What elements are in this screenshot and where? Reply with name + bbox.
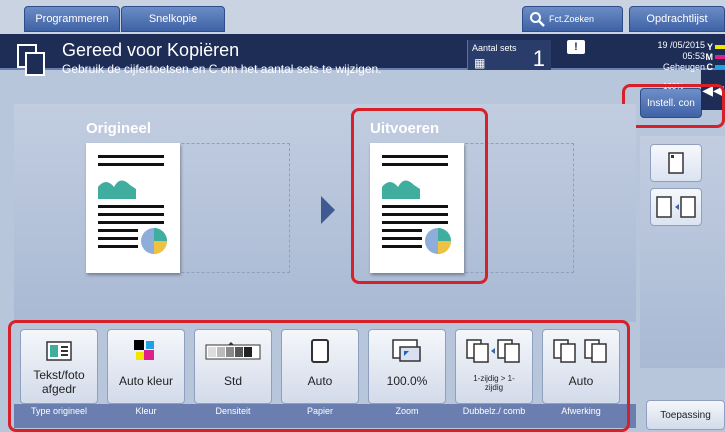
memory-label: Geheugen — [662, 62, 705, 72]
toner-c-bar — [715, 65, 725, 69]
function-search-button[interactable]: Fct.Zoeken — [522, 6, 623, 32]
search-label: Fct.Zoeken — [549, 14, 595, 24]
date-text: 19 /05/2015 — [657, 40, 705, 50]
single-page-icon — [668, 152, 684, 174]
time-text: 05:53 — [682, 51, 705, 61]
warning-icon[interactable]: ! — [567, 40, 585, 54]
original-page-preview — [86, 143, 180, 273]
output-highlight — [351, 108, 488, 284]
toner-m-bar — [715, 55, 725, 59]
original-label: Origineel — [86, 120, 152, 137]
original-settings-button[interactable] — [650, 144, 702, 182]
top-tab-bar: Programmeren Snelkopie Fct.Zoeken Opdrac… — [0, 0, 725, 34]
tab-snelkopie[interactable]: Snelkopie — [121, 6, 225, 32]
page-to-page-icon — [656, 196, 696, 218]
copy-document-icon — [17, 44, 47, 76]
sets-label: Aantal sets — [472, 43, 517, 53]
direction-arrow — [321, 196, 335, 224]
toner-m-label: M — [705, 52, 714, 62]
tab-programmeren[interactable]: Programmeren — [24, 6, 120, 32]
pie-chart-icon — [141, 228, 167, 254]
sets-value: 1 — [532, 46, 545, 71]
keypad-icon: ▦ — [474, 56, 486, 70]
toner-y-label: Y — [706, 42, 713, 52]
function-bar-highlight — [8, 320, 630, 432]
status-title: Gereed voor Kopiëren — [62, 40, 240, 60]
sets-counter[interactable]: Aantal sets ▦ 1 — [467, 40, 551, 71]
status-message: Gebruik de cijfertoetsen en C om het aan… — [62, 62, 382, 76]
duplex-copy-button[interactable] — [650, 188, 702, 226]
job-list-button[interactable]: Opdrachtlijst — [629, 6, 725, 32]
settings-highlight — [622, 84, 725, 128]
toner-y-bar — [715, 45, 725, 49]
apply-button[interactable]: Toepassing — [646, 400, 725, 430]
landscape-image-icon — [98, 171, 136, 199]
apply-button-label: Toepassing — [660, 409, 711, 421]
search-icon — [530, 12, 545, 27]
